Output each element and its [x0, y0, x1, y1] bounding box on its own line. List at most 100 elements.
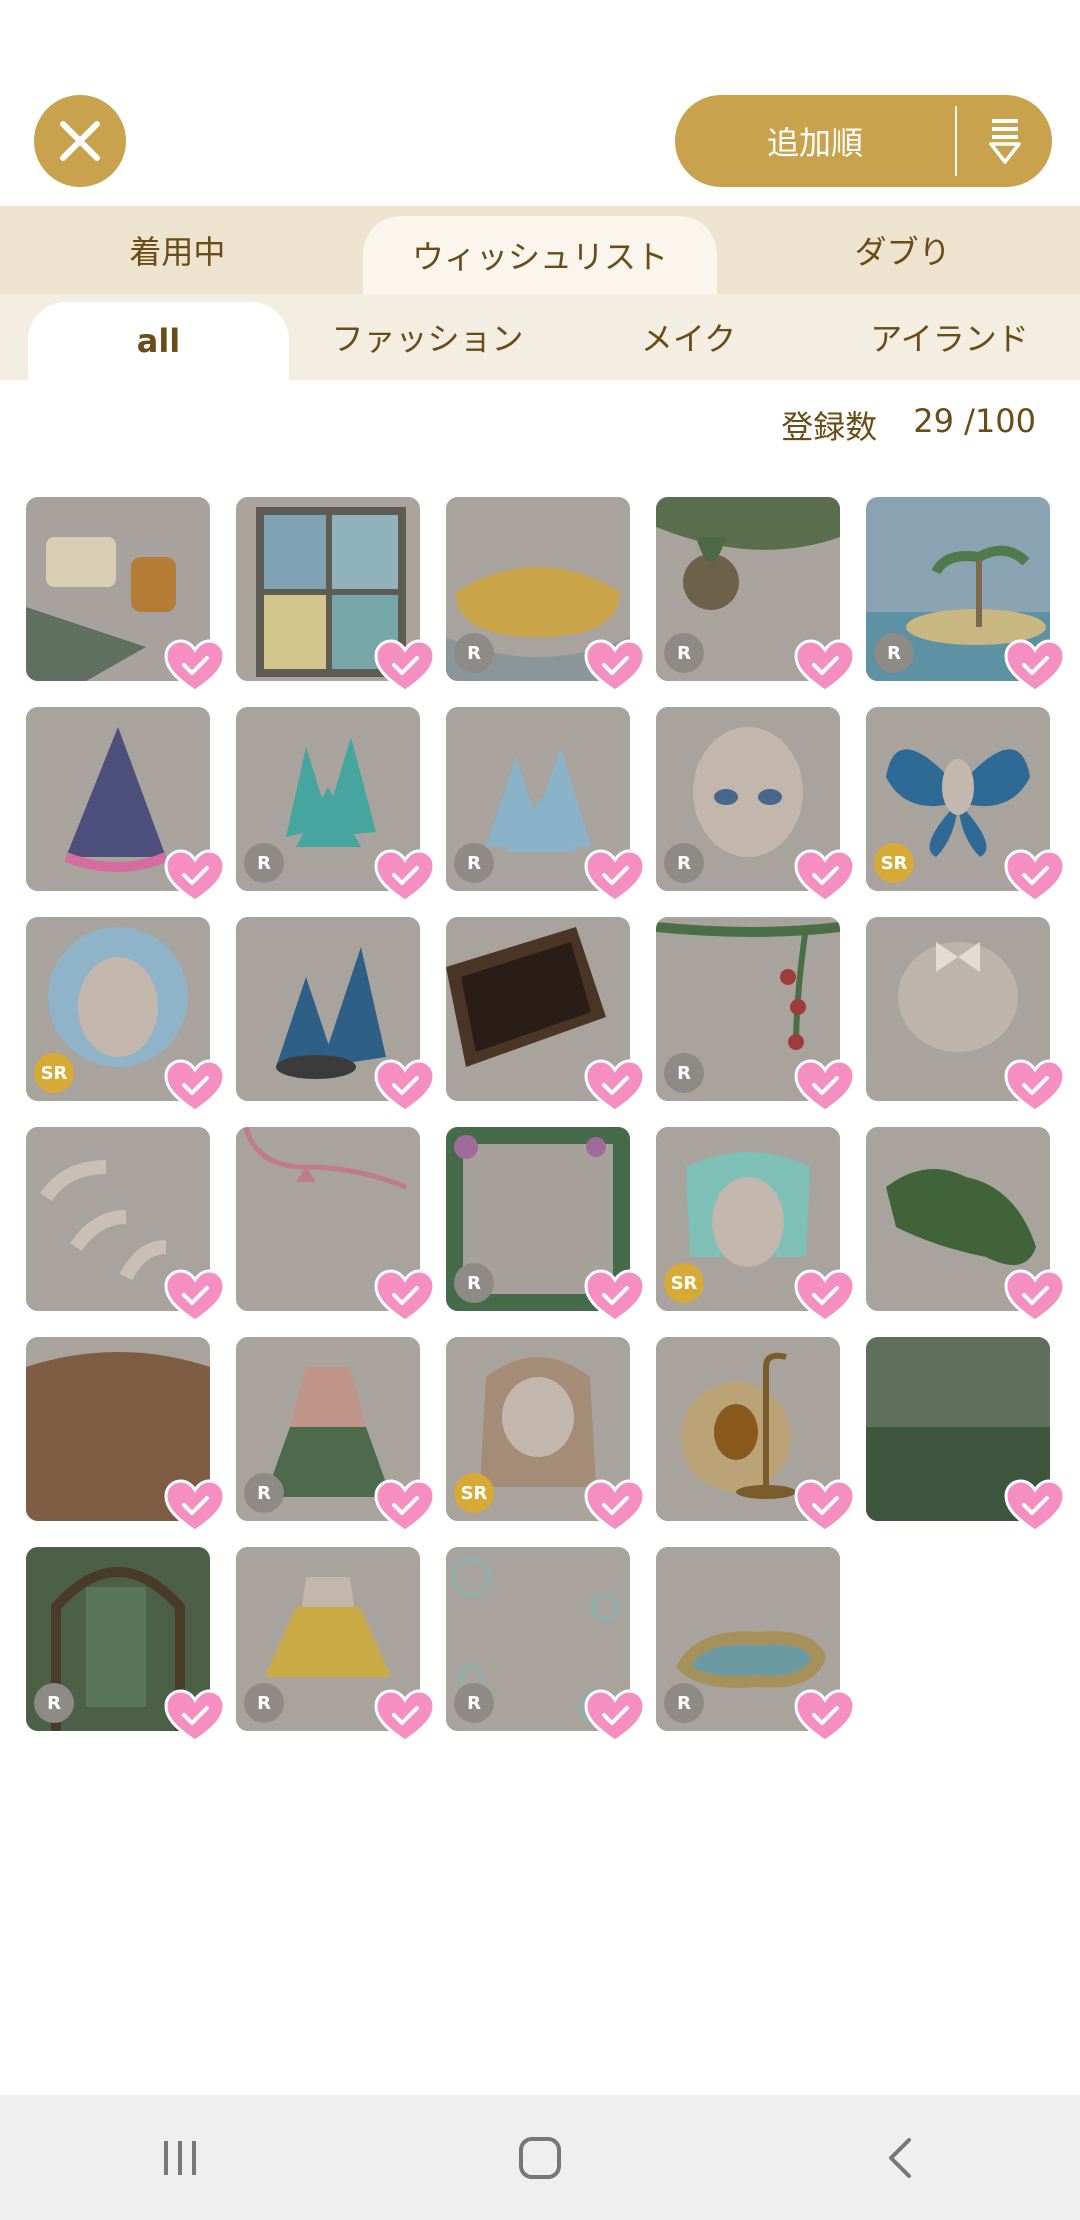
- wishlist-heart-icon[interactable]: [374, 849, 436, 905]
- rarity-badge: R: [454, 633, 494, 673]
- wishlist-heart-icon[interactable]: [164, 1689, 226, 1745]
- wishlist-item[interactable]: [26, 1127, 226, 1323]
- main-tabs: 着用中 ウィッシュリスト ダブり: [0, 206, 1080, 294]
- rarity-badge: R: [664, 1053, 704, 1093]
- rarity-badge: R: [244, 1473, 284, 1513]
- wishlist-item[interactable]: R: [236, 1337, 436, 1533]
- rarity-badge: R: [454, 1683, 494, 1723]
- wishlist-heart-icon[interactable]: [1004, 1479, 1066, 1535]
- rarity-badge: SR: [874, 843, 914, 883]
- registration-count: 登録数 29 /100: [781, 402, 1036, 448]
- sort-order-icon[interactable]: [957, 117, 1052, 165]
- sort-button[interactable]: 追加順: [675, 95, 1052, 187]
- home-icon: [519, 2136, 561, 2179]
- wishlist-heart-icon[interactable]: [374, 1689, 436, 1745]
- wishlist-item[interactable]: R: [26, 1547, 226, 1743]
- recent-apps-icon: [164, 2140, 196, 2175]
- wishlist-item[interactable]: R: [656, 1547, 856, 1743]
- wishlist-grid: R R R R R R SR SR R R SR R SR R R R R: [26, 497, 1066, 1743]
- wishlist-item[interactable]: [26, 1337, 226, 1533]
- wishlist-item[interactable]: R: [236, 707, 436, 903]
- wishlist-item[interactable]: [236, 1127, 436, 1323]
- subtab-all[interactable]: all: [28, 302, 289, 380]
- back-button[interactable]: [840, 2118, 960, 2198]
- wishlist-heart-icon[interactable]: [1004, 1059, 1066, 1115]
- rarity-badge: R: [454, 843, 494, 883]
- home-button[interactable]: [480, 2118, 600, 2198]
- subtab-label: ファッション: [331, 320, 524, 358]
- wishlist-heart-icon[interactable]: [584, 1689, 646, 1745]
- wishlist-item[interactable]: SR: [656, 1127, 856, 1323]
- rarity-badge: R: [244, 843, 284, 883]
- wishlist-item[interactable]: [26, 497, 226, 693]
- wishlist-item[interactable]: [236, 497, 436, 693]
- subtab-label: all: [136, 322, 181, 360]
- tab-label: ウィッシュリスト: [412, 238, 669, 276]
- recent-apps-button[interactable]: [120, 2118, 240, 2198]
- category-tabs: all ファッション メイク アイランド: [0, 294, 1080, 380]
- wishlist-heart-icon[interactable]: [164, 849, 226, 905]
- wishlist-item[interactable]: R: [656, 497, 856, 693]
- top-bar: 追加順: [0, 0, 1080, 206]
- wishlist-heart-icon[interactable]: [374, 1059, 436, 1115]
- rarity-badge: SR: [34, 1053, 74, 1093]
- tab-duplicates[interactable]: ダブり: [725, 206, 1080, 294]
- rarity-badge: SR: [454, 1473, 494, 1513]
- subtab-makeup[interactable]: メイク: [558, 294, 819, 380]
- wishlist-item[interactable]: [26, 707, 226, 903]
- wishlist-heart-icon[interactable]: [794, 849, 856, 905]
- wishlist-heart-icon[interactable]: [1004, 639, 1066, 695]
- wishlist-item[interactable]: R: [446, 497, 646, 693]
- wishlist-heart-icon[interactable]: [1004, 1269, 1066, 1325]
- wishlist-heart-icon[interactable]: [794, 1059, 856, 1115]
- wishlist-item[interactable]: R: [446, 1127, 646, 1323]
- wishlist-item[interactable]: [446, 917, 646, 1113]
- subtab-fashion[interactable]: ファッション: [297, 294, 558, 380]
- wishlist-heart-icon[interactable]: [584, 1059, 646, 1115]
- tab-label: ダブり: [854, 233, 951, 271]
- wishlist-heart-icon[interactable]: [374, 1269, 436, 1325]
- wishlist-heart-icon[interactable]: [584, 1269, 646, 1325]
- wishlist-heart-icon[interactable]: [584, 1479, 646, 1535]
- close-button[interactable]: [34, 95, 126, 187]
- wishlist-item[interactable]: R: [656, 707, 856, 903]
- wishlist-heart-icon[interactable]: [164, 639, 226, 695]
- wishlist-item[interactable]: R: [446, 707, 646, 903]
- wishlist-heart-icon[interactable]: [794, 1479, 856, 1535]
- system-nav-bar: [0, 2095, 1080, 2220]
- wishlist-item[interactable]: SR: [446, 1337, 646, 1533]
- wishlist-heart-icon[interactable]: [584, 639, 646, 695]
- wishlist-heart-icon[interactable]: [374, 639, 436, 695]
- wishlist-item[interactable]: SR: [866, 707, 1066, 903]
- rarity-badge: R: [454, 1263, 494, 1303]
- subtab-island[interactable]: アイランド: [819, 294, 1080, 380]
- tab-wearing[interactable]: 着用中: [0, 206, 355, 294]
- wishlist-heart-icon[interactable]: [1004, 849, 1066, 905]
- wishlist-heart-icon[interactable]: [374, 1479, 436, 1535]
- wishlist-item[interactable]: [656, 1337, 856, 1533]
- wishlist-item[interactable]: [236, 917, 436, 1113]
- wishlist-item[interactable]: [866, 1337, 1066, 1533]
- wishlist-item[interactable]: [866, 1127, 1066, 1323]
- wishlist-heart-icon[interactable]: [164, 1059, 226, 1115]
- wishlist-heart-icon[interactable]: [164, 1269, 226, 1325]
- wishlist-item[interactable]: R: [866, 497, 1066, 693]
- wishlist-item[interactable]: [866, 917, 1066, 1113]
- wishlist-heart-icon[interactable]: [794, 639, 856, 695]
- wishlist-item[interactable]: SR: [26, 917, 226, 1113]
- wishlist-item[interactable]: R: [446, 1547, 646, 1743]
- rarity-badge: R: [874, 633, 914, 673]
- wishlist-heart-icon[interactable]: [164, 1479, 226, 1535]
- wishlist-heart-icon[interactable]: [794, 1269, 856, 1325]
- wishlist-heart-icon[interactable]: [794, 1689, 856, 1745]
- wishlist-item[interactable]: R: [236, 1547, 436, 1743]
- tab-label: 着用中: [129, 233, 226, 271]
- wishlist-item[interactable]: R: [656, 917, 856, 1113]
- tab-wishlist[interactable]: ウィッシュリスト: [362, 216, 718, 294]
- rarity-badge: R: [34, 1683, 74, 1723]
- rarity-badge: R: [664, 633, 704, 673]
- sort-label: 追加順: [766, 124, 863, 162]
- subtab-label: メイク: [640, 320, 737, 358]
- wishlist-heart-icon[interactable]: [584, 849, 646, 905]
- close-icon: [60, 121, 100, 161]
